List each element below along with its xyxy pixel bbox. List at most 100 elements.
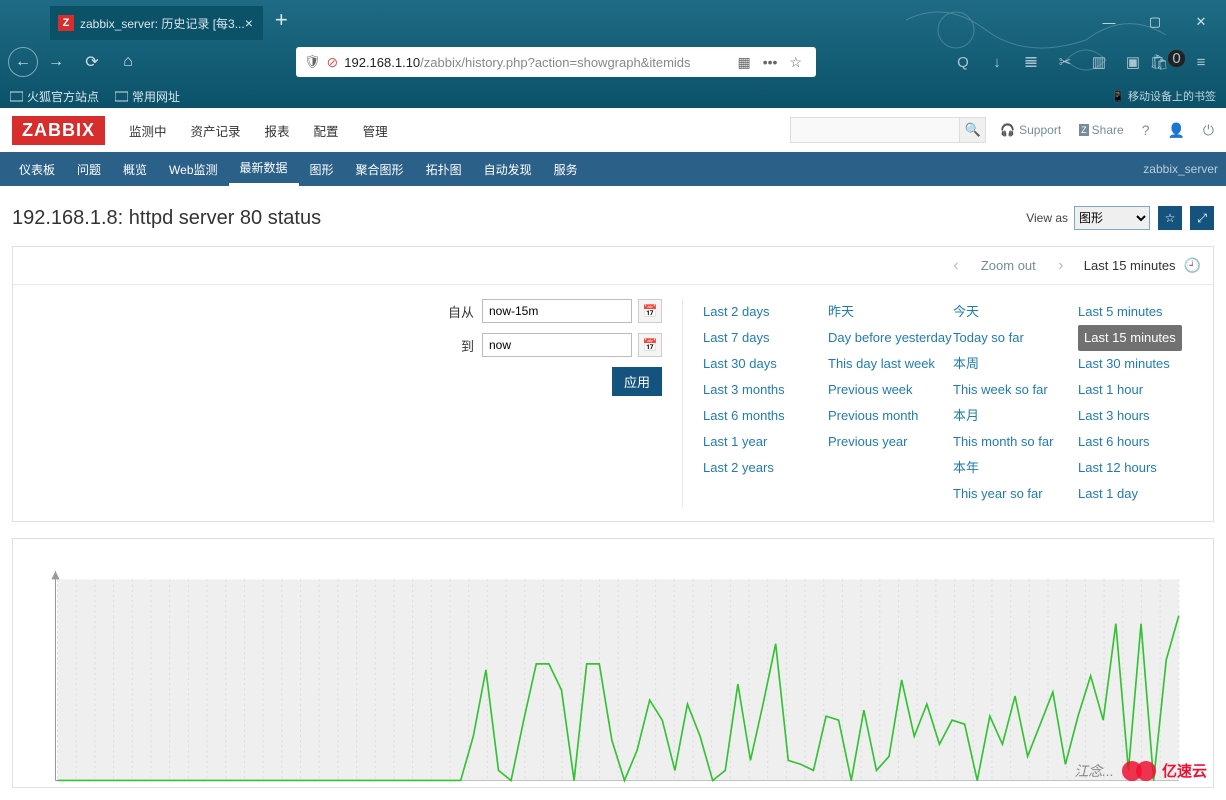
time-range-preset[interactable]: Previous month — [828, 403, 953, 429]
z-icon: Z — [1079, 124, 1089, 136]
time-range-preset[interactable]: 本月 — [953, 403, 1078, 429]
from-input[interactable] — [482, 299, 632, 323]
time-range-preset[interactable]: Last 1 hour — [1078, 377, 1203, 403]
subnav-services[interactable]: 服务 — [543, 152, 589, 186]
search-icon[interactable]: Q — [946, 53, 980, 71]
time-range-preset[interactable]: Day before yesterday — [828, 325, 953, 351]
time-range-preset[interactable]: Last 2 years — [703, 455, 828, 481]
to-input[interactable] — [482, 333, 632, 357]
time-range-preset[interactable]: Last 3 months — [703, 377, 828, 403]
active-time-range[interactable]: Last 15 minutes — [1084, 258, 1176, 273]
subnav-latest-data[interactable]: 最新数据 — [229, 152, 299, 186]
time-range-preset[interactable]: 今天 — [953, 299, 1078, 325]
time-range-preset[interactable]: 本周 — [953, 351, 1078, 377]
headset-icon: 🎧 — [1000, 123, 1015, 137]
share-link[interactable]: ZShare — [1079, 123, 1124, 137]
time-prev-icon[interactable]: ‹ — [941, 257, 971, 275]
back-button[interactable]: ← — [8, 47, 38, 77]
nav-reports[interactable]: 报表 — [253, 121, 302, 140]
new-tab-button[interactable]: + — [275, 7, 288, 33]
subnav-screens[interactable]: 聚合图形 — [345, 152, 415, 186]
to-label: 到 — [461, 336, 474, 355]
time-range-preset[interactable]: This month so far — [953, 429, 1078, 455]
subnav-overview[interactable]: 概览 — [112, 152, 158, 186]
time-range-preset[interactable]: This week so far — [953, 377, 1078, 403]
subnav-graphs[interactable]: 图形 — [299, 152, 345, 186]
shield-icon: 🛡 — [304, 54, 321, 70]
nav-monitoring[interactable]: 监测中 — [117, 121, 179, 140]
zoom-out-button[interactable]: Zoom out — [981, 258, 1036, 273]
more-actions-icon[interactable]: ••• — [763, 54, 778, 70]
browser-tab[interactable]: Z zabbix_server: 历史记录 [每3... × — [50, 6, 263, 40]
time-range-preset[interactable]: Last 3 hours — [1078, 403, 1203, 429]
power-icon[interactable]: ⏻ — [1203, 122, 1214, 139]
time-range-preset[interactable]: Last 6 hours — [1078, 429, 1203, 455]
favorite-button[interactable]: ☆ — [1158, 206, 1182, 230]
help-icon[interactable]: ? — [1142, 122, 1150, 138]
time-range-preset[interactable]: 本年 — [953, 455, 1078, 481]
support-link[interactable]: 🎧Support — [1000, 123, 1065, 137]
subnav-maps[interactable]: 拓扑图 — [415, 152, 473, 186]
time-range-preset[interactable]: Last 1 day — [1078, 481, 1203, 507]
subnav-discovery[interactable]: 自动发现 — [473, 152, 543, 186]
breadcrumb[interactable]: zabbix_server — [1143, 162, 1218, 176]
time-range-preset[interactable]: Last 12 hours — [1078, 455, 1203, 481]
view-as-label: View as — [1026, 211, 1068, 225]
video-icon[interactable]: ▣ — [1116, 53, 1150, 71]
user-icon[interactable]: 👤 — [1167, 122, 1184, 139]
fullscreen-button[interactable]: ⤢ — [1190, 206, 1214, 230]
from-calendar-icon[interactable]: 📅 — [638, 299, 662, 323]
url-input[interactable]: 🛡 ⊘ 192.168.1.10/zabbix/history.php?acti… — [296, 47, 816, 77]
zabbix-logo[interactable]: ZABBIX — [12, 116, 105, 145]
library-icon[interactable]: 𝌆 — [1014, 53, 1048, 71]
bookmark-link[interactable]: 常用网址 — [115, 88, 180, 105]
subnav-dashboard[interactable]: 仪表板 — [8, 152, 66, 186]
time-range-preset[interactable]: Last 6 months — [703, 403, 828, 429]
time-range-preset[interactable]: Last 30 minutes — [1078, 351, 1203, 377]
view-as-select[interactable]: 图形 — [1074, 206, 1150, 230]
zabbix-favicon: Z — [58, 15, 74, 31]
screenshot-icon[interactable]: ✂ — [1048, 53, 1082, 71]
time-range-preset[interactable]: This year so far — [953, 481, 1078, 507]
time-range-preset[interactable]: Previous year — [828, 429, 953, 455]
subnav-problems[interactable]: 问题 — [66, 152, 112, 186]
forward-button[interactable]: → — [38, 47, 74, 77]
nav-inventory[interactable]: 资产记录 — [179, 121, 253, 140]
downloads-icon[interactable]: ↓ — [980, 53, 1014, 71]
time-range-preset[interactable]: Last 1 year — [703, 429, 828, 455]
browser-chrome: Z zabbix_server: 历史记录 [每3... × + — ▢ ✕ ←… — [0, 0, 1226, 108]
minimize-button[interactable]: — — [1086, 8, 1132, 36]
time-range-preset[interactable]: This day last week — [828, 351, 953, 377]
subnav-web[interactable]: Web监测 — [158, 152, 228, 186]
cart-icon[interactable]: 🛍0 — [1150, 53, 1184, 71]
time-range-preset[interactable]: Previous week — [828, 377, 953, 403]
to-calendar-icon[interactable]: 📅 — [638, 333, 662, 357]
menu-icon[interactable]: ≡ — [1184, 53, 1218, 71]
search-button[interactable]: 🔍 — [960, 117, 986, 143]
sidebar-icon[interactable]: ▥ — [1082, 53, 1116, 71]
close-window-button[interactable]: ✕ — [1178, 8, 1224, 36]
global-search-input[interactable] — [790, 117, 960, 143]
clock-icon[interactable]: 🕘 — [1184, 257, 1201, 274]
time-range-preset[interactable]: Last 5 minutes — [1078, 299, 1203, 325]
time-range-preset[interactable]: Last 7 days — [703, 325, 828, 351]
qr-icon[interactable]: ▦ — [737, 54, 750, 71]
bookmark-star-icon[interactable]: ☆ — [789, 54, 802, 71]
nav-config[interactable]: 配置 — [302, 121, 351, 140]
bookmark-link[interactable]: 火狐官方站点 — [10, 88, 99, 105]
mobile-bookmarks[interactable]: 📱 移动设备上的书签 — [1111, 88, 1216, 104]
reload-button[interactable]: ⟳ — [74, 47, 110, 77]
bookmark-toolbar: 火狐官方站点 常用网址 📱 移动设备上的书签 — [0, 84, 1226, 108]
history-chart: 江念... 亿速云 — [12, 538, 1214, 788]
time-range-preset[interactable]: Last 30 days — [703, 351, 828, 377]
time-next-icon[interactable]: › — [1046, 257, 1076, 275]
apply-button[interactable]: 应用 — [612, 367, 662, 396]
maximize-button[interactable]: ▢ — [1132, 8, 1178, 36]
nav-admin[interactable]: 管理 — [351, 121, 400, 140]
time-range-preset[interactable]: Today so far — [953, 325, 1078, 351]
close-tab-icon[interactable]: × — [245, 15, 253, 31]
time-range-preset[interactable]: Last 15 minutes — [1078, 325, 1182, 351]
home-button[interactable]: ⌂ — [110, 47, 146, 77]
time-range-preset[interactable]: Last 2 days — [703, 299, 828, 325]
time-range-preset[interactable]: 昨天 — [828, 299, 953, 325]
